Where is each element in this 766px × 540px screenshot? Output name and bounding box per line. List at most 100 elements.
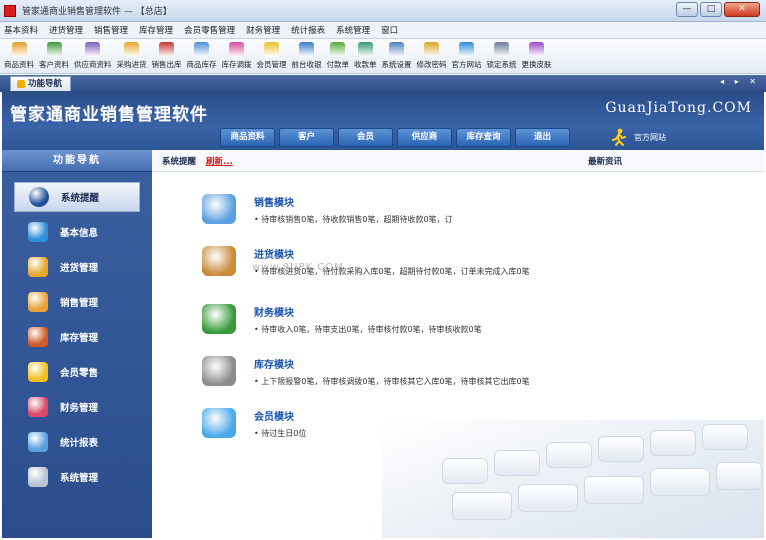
toolbar-label: 客户资料 — [39, 60, 69, 69]
nav-members-button[interactable]: 会员 — [338, 128, 393, 147]
menu-basic-data[interactable]: 基本资料 — [4, 24, 38, 36]
watermark-text: www.9UPK.COM — [252, 262, 344, 273]
sales-icon — [28, 292, 48, 312]
tab-function-navigation[interactable]: 功能导航 — [10, 76, 72, 91]
app-icon — [4, 4, 16, 17]
menu-sales[interactable]: 销售管理 — [94, 24, 128, 36]
module-0[interactable]: 销售模块 • 待审核销售0笔，待收款销售0笔，超期待收款0笔，订 — [202, 194, 453, 225]
main-panel: 系统提醒 刷新... 最新资讯 销售模块 • 待审核销售0笔，待收款销售0笔，超期… — [152, 150, 764, 538]
tab-strip: 功能导航 ◂ ▸ ✕ — [0, 75, 766, 92]
minimize-button[interactable]: — — [676, 2, 698, 17]
maximize-button[interactable]: □ — [700, 2, 722, 17]
sidebar-item-3[interactable]: 销售管理 — [14, 287, 140, 317]
module-title[interactable]: 库存模块 — [254, 356, 530, 371]
sidebar-items: 系统提醒基本信息进货管理销售管理库存管理会员零售财务管理统计报表系统管理 — [2, 172, 152, 492]
toolbar-button-6[interactable]: 库存调拨 — [222, 39, 252, 73]
module-summary: • 待过生日0位 — [254, 429, 307, 438]
report-icon — [28, 432, 48, 452]
toolbar-button-3[interactable]: 采购进货 — [117, 39, 147, 73]
brand-reflection: 管家通商业销售管理软件 — [10, 106, 208, 118]
toolbar-button-12[interactable]: 修改密码 — [417, 39, 447, 73]
module-3[interactable]: 库存模块 • 上下限报警0笔，待审核调拨0笔，待审核其它入库0笔，待审核其它出库0… — [202, 356, 530, 387]
module-4[interactable]: 会员模块 • 待过生日0位 — [202, 408, 306, 439]
toolbar-icon — [299, 42, 314, 57]
tab-controls[interactable]: ◂ ▸ ✕ — [720, 77, 760, 86]
menu-member-retail[interactable]: 会员零售管理 — [184, 24, 235, 36]
toolbar-icon — [494, 42, 509, 57]
toolbar-button-13[interactable]: 官方网站 — [452, 39, 482, 73]
toolbar-label: 官方网站 — [451, 60, 482, 69]
toolbar-label: 供应商资料 — [74, 60, 112, 69]
sidebar: 功能导航 系统提醒基本信息进货管理销售管理库存管理会员零售财务管理统计报表系统管… — [2, 150, 152, 538]
toolbar-button-14[interactable]: 锁定系统 — [487, 39, 517, 73]
member-icon — [28, 362, 48, 382]
menu-window[interactable]: 窗口 — [381, 24, 398, 36]
official-site-label: 官方网站 — [634, 132, 666, 142]
finance-icon — [28, 397, 48, 417]
header-banner: 管家通商业销售管理软件 管家通商业销售管理软件 GuanJiaTong.COM … — [2, 92, 764, 150]
menu-finance[interactable]: 财务管理 — [246, 24, 280, 36]
warehouse-icon — [28, 327, 48, 347]
module-summary: • 上下限报警0笔，待审核调拨0笔，待审核其它入库0笔，待审核其它出库0笔 — [254, 377, 530, 386]
sidebar-item-1[interactable]: 基本信息 — [14, 217, 140, 247]
toolbar-button-10[interactable]: 收款单 — [354, 39, 377, 73]
official-site-link[interactable]: 官方网站 — [612, 128, 666, 146]
sidebar-item-label: 系统管理 — [60, 473, 99, 484]
toolbar-label: 修改密码 — [416, 60, 447, 69]
latest-news-label[interactable]: 最新资讯 — [588, 155, 622, 167]
toolbar-label: 商品库存 — [186, 60, 217, 69]
menu-reports[interactable]: 统计报表 — [291, 24, 325, 36]
toolbar-label: 系统设置 — [381, 60, 412, 69]
toolbar-icon — [159, 42, 174, 57]
sidebar-item-label: 基本信息 — [60, 228, 99, 239]
sidebar-item-label: 进货管理 — [60, 263, 99, 274]
toolbar-button-15[interactable]: 更换皮肤 — [522, 39, 552, 73]
nav-products-button[interactable]: 商品资料 — [220, 128, 275, 147]
menu-inventory[interactable]: 库存管理 — [139, 24, 173, 36]
main-header: 系统提醒 刷新... 最新资讯 — [152, 150, 764, 172]
module-2[interactable]: 财务模块 • 待审收入0笔，待审支出0笔，待审核付款0笔，待审核收款0笔 — [202, 304, 482, 335]
menu-system[interactable]: 系统管理 — [336, 24, 370, 36]
module-title[interactable]: 会员模块 — [254, 408, 306, 423]
nav-exit-button[interactable]: 退出 — [515, 128, 570, 147]
toolbar-button-7[interactable]: 会员管理 — [257, 39, 287, 73]
sidebar-item-6[interactable]: 财务管理 — [14, 392, 140, 422]
toolbar-button-4[interactable]: 销售出库 — [152, 39, 182, 73]
module-title[interactable]: 财务模块 — [254, 304, 482, 319]
tab-icon — [17, 80, 25, 88]
sidebar-item-7[interactable]: 统计报表 — [14, 427, 140, 457]
sidebar-item-5[interactable]: 会员零售 — [14, 357, 140, 387]
toolbar-label: 商品资料 — [4, 60, 34, 69]
sidebar-title: 功能导航 — [2, 150, 152, 172]
gears-icon — [28, 467, 48, 487]
inventory-icon — [202, 356, 236, 386]
module-title[interactable]: 进货模块 — [254, 246, 530, 261]
nav-suppliers-button[interactable]: 供应商 — [397, 128, 452, 147]
info-icon — [29, 187, 49, 207]
refresh-link[interactable]: 刷新... — [206, 155, 233, 167]
sidebar-item-label: 系统提醒 — [61, 193, 100, 204]
toolbar-button-8[interactable]: 前台收银 — [292, 39, 322, 73]
sales-book-icon — [202, 194, 236, 224]
menu-purchase[interactable]: 进货管理 — [49, 24, 83, 36]
toolbar-button-0[interactable]: 商品资料 — [4, 39, 34, 73]
tab-label: 功能导航 — [28, 79, 63, 89]
toolbar-label: 付款单 — [326, 60, 350, 69]
close-button[interactable]: ✕ — [724, 2, 760, 17]
sidebar-item-0[interactable]: 系统提醒 — [14, 182, 140, 212]
toolbar-button-2[interactable]: 供应商资料 — [74, 39, 112, 73]
sidebar-item-8[interactable]: 系统管理 — [14, 462, 140, 492]
window-controls: — □ ✕ — [676, 2, 760, 17]
toolbar-button-11[interactable]: 系统设置 — [382, 39, 412, 73]
sidebar-item-2[interactable]: 进货管理 — [14, 252, 140, 282]
toolbar-label: 锁定系统 — [486, 60, 517, 69]
module-title[interactable]: 销售模块 — [254, 194, 453, 209]
toolbar-icon — [264, 42, 279, 57]
toolbar-button-5[interactable]: 商品库存 — [187, 39, 217, 73]
toolbar-button-1[interactable]: 客户资料 — [39, 39, 69, 73]
nav-stock-query-button[interactable]: 库存查询 — [456, 128, 511, 147]
toolbar-button-9[interactable]: 付款单 — [326, 39, 350, 73]
sidebar-item-4[interactable]: 库存管理 — [14, 322, 140, 352]
nav-customers-button[interactable]: 客户 — [279, 128, 334, 147]
keyboard-background — [382, 420, 764, 538]
